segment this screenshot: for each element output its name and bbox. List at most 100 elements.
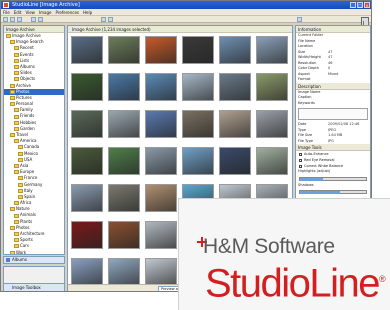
thumbnail[interactable] [145, 221, 177, 249]
title-bar[interactable]: StudioLine [Image Archive] _ □ × [1, 1, 371, 9]
thumbnail[interactable] [108, 110, 140, 138]
caption-field[interactable] [298, 108, 368, 120]
thumbnail[interactable] [145, 147, 177, 175]
menu-image[interactable]: Image [39, 10, 52, 15]
view-icon[interactable] [101, 17, 106, 22]
thumbnail[interactable] [182, 36, 214, 64]
option-label: Correct White Balance [304, 164, 344, 168]
window-title: StudioLine [Image Archive] [12, 2, 80, 8]
thumbnail[interactable] [145, 110, 177, 138]
folder-icon [10, 83, 15, 88]
search-icon[interactable] [31, 17, 36, 22]
property-value[interactable] [328, 101, 370, 107]
zoom-icon[interactable] [108, 17, 113, 22]
thumbnail[interactable] [256, 73, 288, 101]
albums-label: Albums [12, 257, 27, 262]
tree-item-label: Work [16, 249, 27, 255]
folder-icon [14, 52, 19, 57]
folder-icon [18, 182, 23, 187]
slider2-label: Shadows [298, 182, 314, 187]
thumbnail[interactable] [182, 73, 214, 101]
thumbnail[interactable] [219, 36, 251, 64]
menu-preferences[interactable]: Preferences [55, 10, 79, 15]
thumbnail[interactable] [71, 73, 103, 101]
folder-icon [14, 108, 19, 113]
thumbnail[interactable] [108, 221, 140, 249]
import-icon[interactable] [3, 17, 8, 22]
export-icon[interactable] [10, 17, 15, 22]
folder-icon [10, 133, 15, 138]
folder-icon [18, 157, 23, 162]
minimize-button[interactable]: _ [350, 2, 356, 8]
property-value[interactable] [328, 77, 370, 83]
thumbnail[interactable] [145, 73, 177, 101]
thumbnail[interactable] [71, 36, 103, 64]
thumbnail[interactable] [219, 110, 251, 138]
thumbnail[interactable] [108, 36, 140, 64]
thumbnail[interactable] [145, 36, 177, 64]
folder-icon [14, 65, 19, 70]
thumbnail[interactable] [71, 221, 103, 249]
folder-tree: Image Archive Image Archive Image Search R… [3, 25, 65, 255]
menu-help[interactable]: Help [83, 10, 92, 15]
toolbox-tab[interactable]: Image Toolbox [4, 283, 64, 291]
tree-item[interactable]: Work [4, 249, 64, 255]
menu-edit[interactable]: Edit [14, 10, 22, 15]
close-button[interactable]: × [364, 2, 370, 8]
app-icon [3, 2, 9, 8]
thumbnail[interactable] [71, 258, 103, 286]
thumbnail[interactable] [145, 184, 177, 212]
thumbnail[interactable] [71, 184, 103, 212]
thumbnail[interactable] [108, 258, 140, 286]
thumbnail[interactable] [71, 110, 103, 138]
checkbox-icon [299, 164, 302, 168]
meta-list: Date 2009/02/08 12:46 Type JPEG File Size 1.6… [296, 122, 370, 144]
thumbnail[interactable] [219, 73, 251, 101]
slider-label: Highlights (adjust) [298, 169, 331, 173]
thumbnail[interactable] [108, 147, 140, 175]
tree-list: Image Archive Image Search Recent Events Lis… [4, 33, 64, 255]
folder-icon [6, 34, 11, 39]
info-icon[interactable] [297, 17, 302, 22]
folder-icon [14, 114, 19, 119]
toolbar [1, 16, 371, 29]
folder-icon [14, 170, 19, 175]
product-name: StudioLine® [205, 261, 386, 306]
property-row: Format [296, 77, 370, 83]
thumbnail[interactable] [256, 147, 288, 175]
rotate-icon[interactable] [38, 17, 43, 22]
menu-file[interactable]: File [3, 10, 10, 15]
folder-icon [18, 188, 23, 193]
shadows-slider-fill [300, 191, 340, 194]
albums-panel[interactable]: Albums [3, 256, 65, 264]
thumbnail[interactable] [108, 73, 140, 101]
folder-icon [14, 58, 19, 63]
checkbox-icon [299, 152, 302, 156]
print-icon[interactable] [17, 17, 22, 22]
folder-icon [14, 126, 19, 131]
menu-view[interactable]: View [25, 10, 35, 15]
folder-icon [14, 201, 19, 206]
thumbnail[interactable] [71, 147, 103, 175]
tree-header: Image Archive [4, 26, 64, 33]
property-value[interactable]: JPG [328, 139, 370, 145]
thumbnail[interactable] [145, 258, 177, 286]
menu-bar: File Edit View Image Preferences Help [1, 9, 371, 16]
shadows-slider[interactable] [299, 190, 367, 194]
folder-icon [14, 77, 19, 82]
folder-icon [10, 95, 15, 100]
thumbnail[interactable] [108, 184, 140, 212]
highlights-slider[interactable] [299, 176, 367, 181]
folder-icon [10, 250, 15, 254]
tools-section-title: Image Tools [296, 144, 370, 151]
thumbnail[interactable] [219, 147, 251, 175]
description-list: Image Name Caption Keywords [296, 90, 370, 107]
maximize-button[interactable]: □ [357, 2, 363, 8]
thumbnail[interactable] [182, 110, 214, 138]
thumbnail[interactable] [256, 36, 288, 64]
thumbnail[interactable] [182, 147, 214, 175]
thumbnail[interactable] [256, 110, 288, 138]
folder-icon [14, 213, 19, 218]
folder-icon [10, 225, 15, 230]
folder-icon [10, 102, 15, 107]
